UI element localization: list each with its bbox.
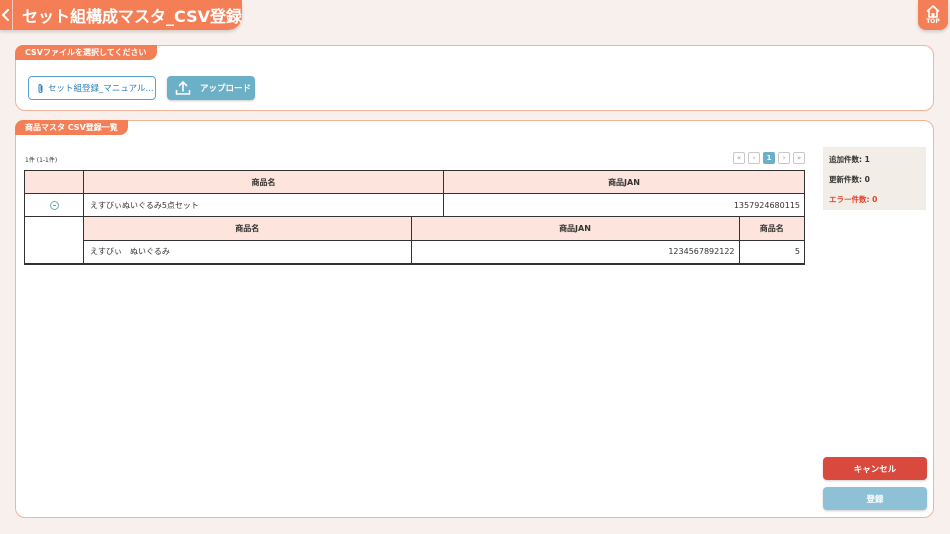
sub-row-qty: 5	[738, 239, 804, 263]
file-select-label: セット組登録_マニュアル...	[48, 84, 154, 94]
table-header-row: 商品名 商品JAN	[24, 170, 805, 194]
upload-label: アップロード	[200, 84, 252, 94]
top-button[interactable]: TOP	[918, 0, 948, 30]
header-product-jan: 商品JAN	[443, 170, 805, 194]
csv-table: 商品名 商品JAN えすびぃぬいぐるみ5点セット 1357924680115 商…	[24, 170, 805, 265]
top-label: TOP	[926, 18, 940, 25]
upload-icon	[175, 81, 191, 95]
header-toggle-col	[24, 170, 84, 194]
file-select-button[interactable]: セット組登録_マニュアル...	[28, 76, 156, 100]
sub-table-wrapper: 商品名 商品JAN 商品名 えすびぃ ぬいぐるみ 1234567892122 5	[83, 216, 805, 265]
sub-row: えすびぃ ぬいぐるみ 1234567892122 5	[84, 239, 804, 263]
upload-button[interactable]: アップロード	[167, 76, 255, 100]
page-title: セット組構成マスタ_CSV登録	[22, 7, 242, 26]
added-count: 追加件数: 1	[829, 155, 870, 164]
row-product-name: えすびぃぬいぐるみ5点セット	[83, 193, 444, 217]
sub-header-name: 商品名	[84, 217, 412, 241]
header-product-name: 商品名	[83, 170, 444, 194]
sub-table: 商品名 商品JAN 商品名 えすびぃ ぬいぐるみ 1234567892122 5	[84, 217, 804, 263]
sub-row-name: えすびぃ ぬいぐるみ	[84, 239, 412, 263]
paperclip-icon	[38, 83, 43, 93]
pager-first-button[interactable]: «	[733, 152, 745, 164]
pager-last-button[interactable]: »	[793, 152, 805, 164]
file-panel-label: CSVファイルを選択してください	[15, 45, 157, 60]
sub-header-row: 商品名 商品JAN 商品名	[84, 217, 804, 241]
updated-count: 更新件数: 0	[829, 175, 870, 184]
pagination: « ‹ 1 › »	[733, 152, 805, 164]
pager-prev-button[interactable]: ‹	[748, 152, 760, 164]
pager-next-button[interactable]: ›	[778, 152, 790, 164]
summary-box: 追加件数: 1 更新件数: 0 エラー件数: 0	[823, 147, 926, 210]
home-icon	[926, 5, 940, 18]
row-product-jan: 1357924680115	[443, 193, 805, 217]
error-count: エラー件数: 0	[829, 195, 878, 204]
collapse-icon[interactable]	[49, 200, 59, 210]
sub-header-jan: 商品JAN	[410, 217, 740, 241]
sub-table-row: 商品名 商品JAN 商品名 えすびぃ ぬいぐるみ 1234567892122 5	[24, 216, 805, 265]
file-select-panel: CSVファイルを選択してください セット組登録_マニュアル... アップロード	[15, 45, 934, 111]
pager-page-1[interactable]: 1	[763, 152, 775, 164]
csv-list-panel: 商品マスタ CSV登録一覧 1件 (1-1件) « ‹ 1 › » 商品名 商品…	[15, 120, 934, 518]
page-header: セット組構成マスタ_CSV登録	[0, 0, 242, 30]
result-count: 1件 (1-1件)	[25, 157, 58, 164]
chevron-left-icon	[2, 9, 10, 21]
sub-indent-cell	[24, 216, 84, 265]
cancel-button[interactable]: キャンセル	[823, 457, 927, 480]
row-toggle-cell	[24, 193, 84, 217]
sub-row-jan: 1234567892122	[410, 239, 740, 263]
sub-header-qty: 商品名	[738, 217, 804, 241]
back-button[interactable]	[0, 0, 14, 30]
register-button[interactable]: 登録	[823, 487, 927, 510]
list-panel-label: 商品マスタ CSV登録一覧	[15, 120, 128, 135]
table-row: えすびぃぬいぐるみ5点セット 1357924680115	[24, 193, 805, 217]
